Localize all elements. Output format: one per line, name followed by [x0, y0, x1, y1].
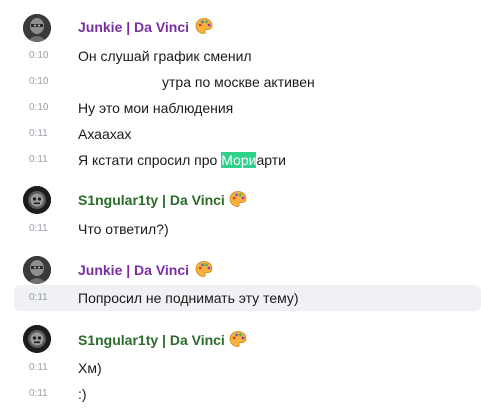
- knight-avatar[interactable]: [23, 14, 51, 42]
- palette-icon: [195, 260, 213, 278]
- palette-icon: [195, 17, 213, 35]
- message-timestamp: 0:11: [29, 362, 48, 373]
- message-row[interactable]: 0:10 утра по москве активен: [0, 69, 481, 95]
- message-timestamp: 0:11: [29, 292, 48, 303]
- message-timestamp: 0:11: [29, 223, 48, 234]
- message-text: Я кстати спросил про Мориарти: [78, 152, 286, 168]
- message-timestamp: 0:10: [29, 76, 49, 87]
- message-row[interactable]: 0:11 Хм): [0, 355, 481, 381]
- message-row[interactable]: 0:10 Он слушай график сменил: [0, 43, 481, 69]
- message-timestamp: 0:11: [29, 154, 48, 165]
- message-text: Попросил не поднимать эту тему): [78, 290, 299, 306]
- message-timestamp: 0:10: [29, 102, 49, 113]
- skull-helmet-avatar[interactable]: [23, 325, 51, 353]
- chat-log: Junkie | Da Vinci 0:10 Он слушай график …: [0, 0, 481, 410]
- author-name[interactable]: Junkie | Da Vinci: [78, 261, 189, 279]
- author-name[interactable]: S1ngular1ty | Da Vinci: [78, 331, 225, 349]
- author-name[interactable]: Junkie | Da Vinci: [78, 18, 189, 36]
- message-timestamp: 0:10: [29, 50, 49, 61]
- message-timestamp: 0:11: [29, 388, 48, 399]
- message-text: Ахаахах: [78, 126, 132, 142]
- author-name[interactable]: S1ngular1ty | Da Vinci: [78, 191, 225, 209]
- message-text: Ну это мои наблюдения: [78, 100, 234, 116]
- message-row-hovered[interactable]: 0:11 Попросил не поднимать эту тему): [14, 285, 481, 311]
- message-row[interactable]: 0:11 :): [0, 381, 481, 407]
- palette-icon: [229, 190, 247, 208]
- message-row[interactable]: 0:11 Ахаахах: [0, 121, 481, 147]
- message-row[interactable]: 0:11 Что ответил?): [0, 216, 481, 242]
- knight-avatar[interactable]: [23, 256, 51, 284]
- message-text: Что ответил?): [78, 221, 169, 237]
- message-row[interactable]: 0:10 Ну это мои наблюдения: [0, 95, 481, 121]
- message-row[interactable]: 0:11 Я кстати спросил про Мориарти: [0, 147, 481, 173]
- text-selection-highlight: Мори: [221, 152, 257, 168]
- message-text: утра по москве активен: [162, 74, 315, 90]
- message-text: Он слушай график сменил: [78, 48, 252, 64]
- message-text: Хм): [78, 360, 102, 376]
- skull-helmet-avatar[interactable]: [23, 186, 51, 214]
- message-text: :): [78, 386, 87, 402]
- message-timestamp: 0:11: [29, 128, 48, 139]
- palette-icon: [229, 330, 247, 348]
